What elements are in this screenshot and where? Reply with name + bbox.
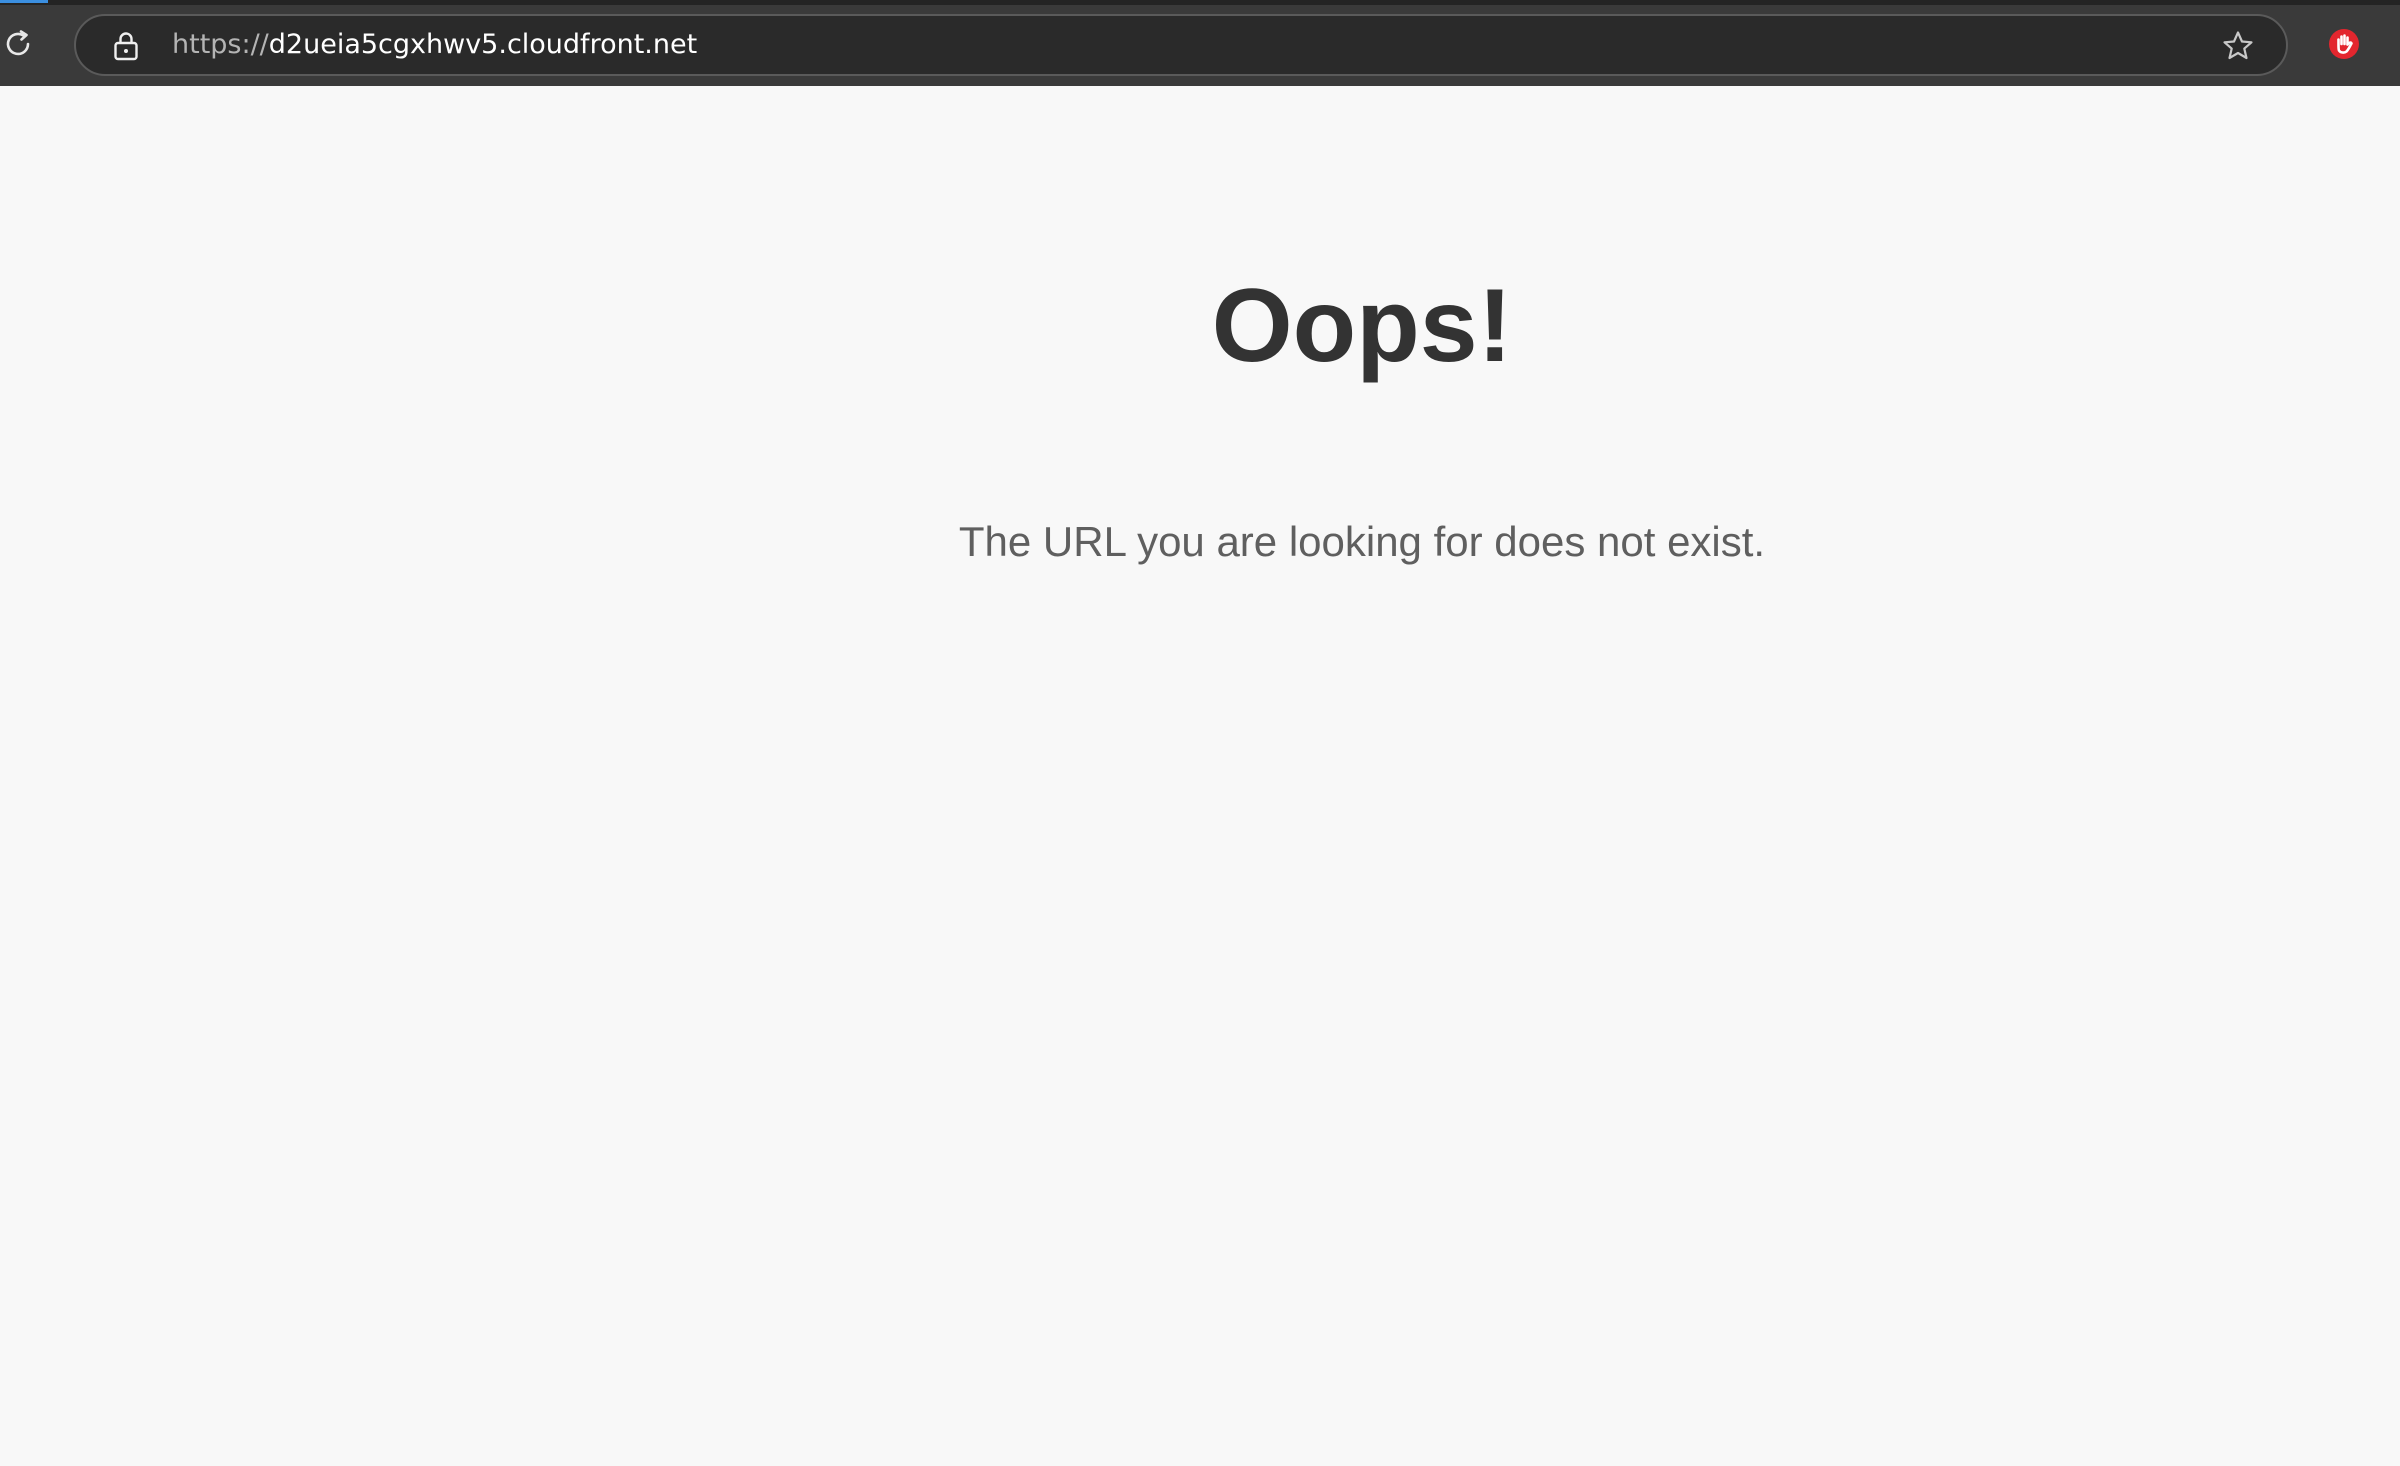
extension-button[interactable] [2326, 26, 2362, 62]
error-heading: Oops! [1211, 268, 1513, 384]
url-text[interactable]: https://d2ueia5cgxhwv5.cloudfront.net [172, 16, 697, 74]
error-container: Oops! The URL you are looking for does n… [0, 86, 2400, 1466]
stop-hand-icon [2329, 29, 2359, 59]
bookmark-button[interactable] [2220, 28, 2256, 64]
reload-icon [6, 30, 30, 56]
error-message: The URL you are looking for does not exi… [958, 518, 1766, 565]
reload-button[interactable] [0, 26, 36, 62]
page-content: Oops! The URL you are looking for does n… [0, 86, 2400, 1466]
star-icon [2223, 31, 2253, 60]
address-bar[interactable]: https://d2ueia5cgxhwv5.cloudfront.net [74, 14, 2288, 76]
lock-icon [114, 32, 138, 61]
url-scheme: https:// [172, 29, 269, 60]
tab-strip [0, 0, 2400, 5]
url-host: d2ueia5cgxhwv5.cloudfront.net [268, 29, 698, 60]
active-tab-indicator[interactable] [0, 0, 48, 3]
site-info-button[interactable] [110, 29, 142, 63]
browser-toolbar: https://d2ueia5cgxhwv5.cloudfront.net [0, 0, 2400, 86]
